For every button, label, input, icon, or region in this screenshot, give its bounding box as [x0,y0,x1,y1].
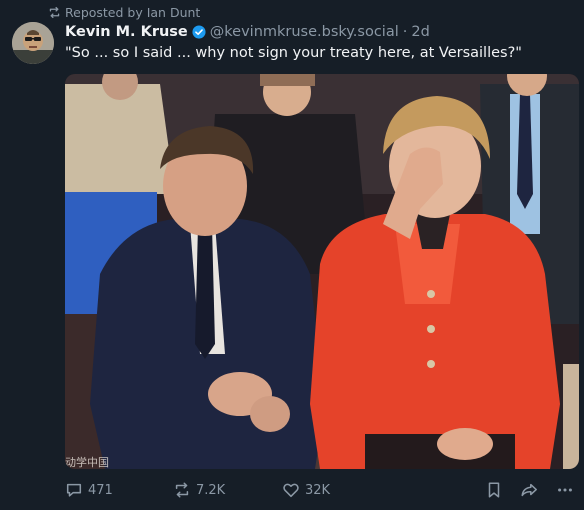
post-text: "So ... so I said ... why not sign your … [65,45,522,61]
post-card[interactable]: Reposted by Ian Dunt Kevin M. Kruse @kev… [0,0,584,510]
verified-check-icon [192,25,206,39]
more-options-button[interactable] [556,478,574,502]
like-count: 32K [305,482,331,498]
separator: · [402,24,408,40]
reply-button[interactable]: 471 [65,478,113,502]
author-display-name[interactable]: Kevin M. Kruse [65,24,188,40]
reply-count: 471 [88,482,113,498]
repost-indicator[interactable]: Reposted by Ian Dunt [48,4,200,20]
action-bar: 471 7.2K 32K [65,478,579,502]
share-button[interactable] [520,478,538,502]
avatar[interactable] [12,22,54,64]
bookmark-button[interactable] [486,478,502,502]
repost-icon [173,481,191,499]
reply-icon [65,481,83,499]
post-header: Kevin M. Kruse @kevinmkruse.bsky.social … [65,22,572,42]
share-icon [520,481,538,499]
repost-count: 7.2K [196,482,226,498]
repost-icon [48,6,61,19]
repost-button[interactable]: 7.2K [173,478,225,502]
post-image[interactable]: 动学中国 [65,74,579,469]
author-handle[interactable]: @kevinmkruse.bsky.social [210,24,399,40]
post-timestamp[interactable]: 2d [411,24,429,40]
like-button[interactable]: 32K [282,478,330,502]
bookmark-icon [486,481,502,499]
repost-label[interactable]: Reposted by Ian Dunt [65,5,200,20]
heart-icon [282,481,300,499]
more-icon [556,481,574,499]
image-watermark: 动学中国 [65,456,109,469]
